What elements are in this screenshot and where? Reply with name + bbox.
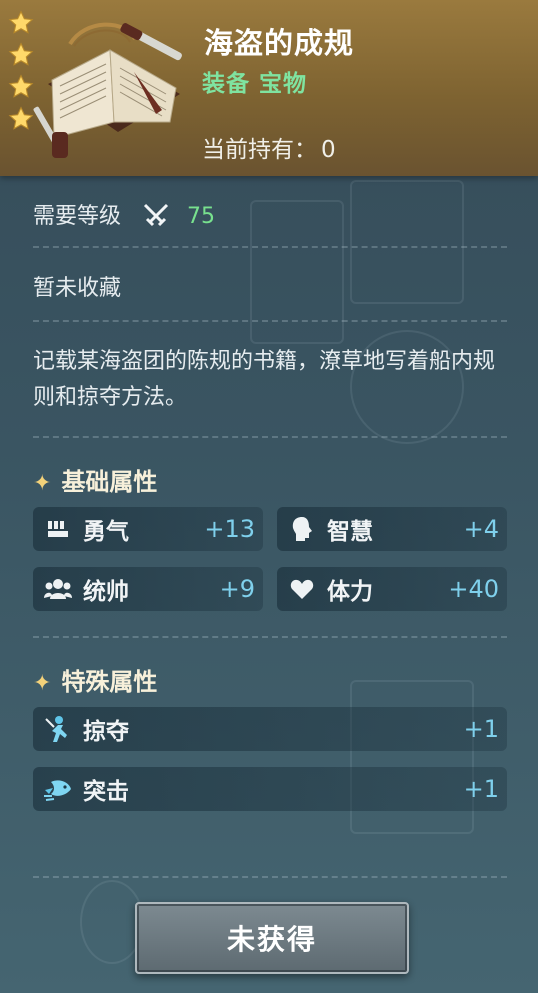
book-item-image [33, 22, 182, 158]
stat-label: 掠夺 [83, 719, 129, 745]
stat-stamina: 体力 +40 [277, 567, 507, 611]
basic-attributes-heading: ✦ 基础属性 [33, 462, 157, 497]
background-decoration [250, 200, 344, 344]
stat-label: 统帅 [83, 579, 129, 605]
head-icon [287, 514, 317, 544]
fist-icon [43, 514, 73, 544]
section-title: 基础属性 [61, 468, 158, 496]
stat-label: 体力 [327, 579, 373, 605]
sparkle-icon: ✦ [33, 471, 52, 496]
divider [33, 636, 507, 638]
collection-status: 暂未收藏 [33, 276, 122, 301]
stat-plunder: 掠夺 +1 [33, 707, 507, 751]
not-acquired-button[interactable]: 未获得 [135, 902, 409, 974]
crossed-swords-icon [143, 203, 169, 227]
stat-label: 智慧 [327, 519, 373, 545]
section-title: 特殊属性 [61, 668, 158, 696]
raid-icon [43, 774, 73, 804]
required-level: 75 [187, 204, 216, 229]
stat-wisdom: 智慧 +4 [277, 507, 507, 551]
divider [33, 246, 507, 248]
stat-value: +13 [204, 515, 255, 543]
stat-raid: 突击 +1 [33, 767, 507, 811]
background-decoration [350, 180, 464, 304]
divider [33, 876, 507, 878]
stat-command: 统帅 +9 [33, 567, 263, 611]
item-type: 装备 宝物 [202, 71, 308, 97]
item-description: 记载某海盗团的陈规的书籍，潦草地写着船内规则和掠夺方法。 [33, 349, 496, 410]
owned-count: 当前持有： 0 [202, 130, 336, 164]
plunder-icon [43, 714, 73, 744]
divider [33, 320, 507, 322]
group-icon [43, 574, 73, 604]
item-detail-card: 海盗的成规 装备 宝物 当前持有： 0 需要等级 75 暂未收藏 记载某海盗团的陈… [0, 0, 538, 993]
stat-courage: 勇气 +13 [33, 507, 263, 551]
stat-label: 突击 [83, 779, 129, 805]
stat-value: +40 [448, 575, 499, 603]
stat-value: +9 [219, 575, 255, 603]
stat-value: +1 [463, 715, 499, 743]
owned-number: 0 [321, 137, 336, 163]
level-requirement: 需要等级 75 [33, 198, 215, 230]
divider [33, 436, 507, 438]
item-header: 海盗的成规 装备 宝物 当前持有： 0 [0, 0, 538, 176]
stat-value: +4 [463, 515, 499, 543]
heart-icon [287, 574, 317, 604]
item-title: 海盗的成规 [204, 26, 355, 60]
requirement-label: 需要等级 [33, 204, 122, 229]
owned-label: 当前持有： [202, 137, 317, 163]
stat-value: +1 [463, 775, 499, 803]
special-attributes-heading: ✦ 特殊属性 [33, 662, 157, 697]
stat-label: 勇气 [83, 519, 129, 545]
sparkle-icon: ✦ [33, 671, 52, 696]
